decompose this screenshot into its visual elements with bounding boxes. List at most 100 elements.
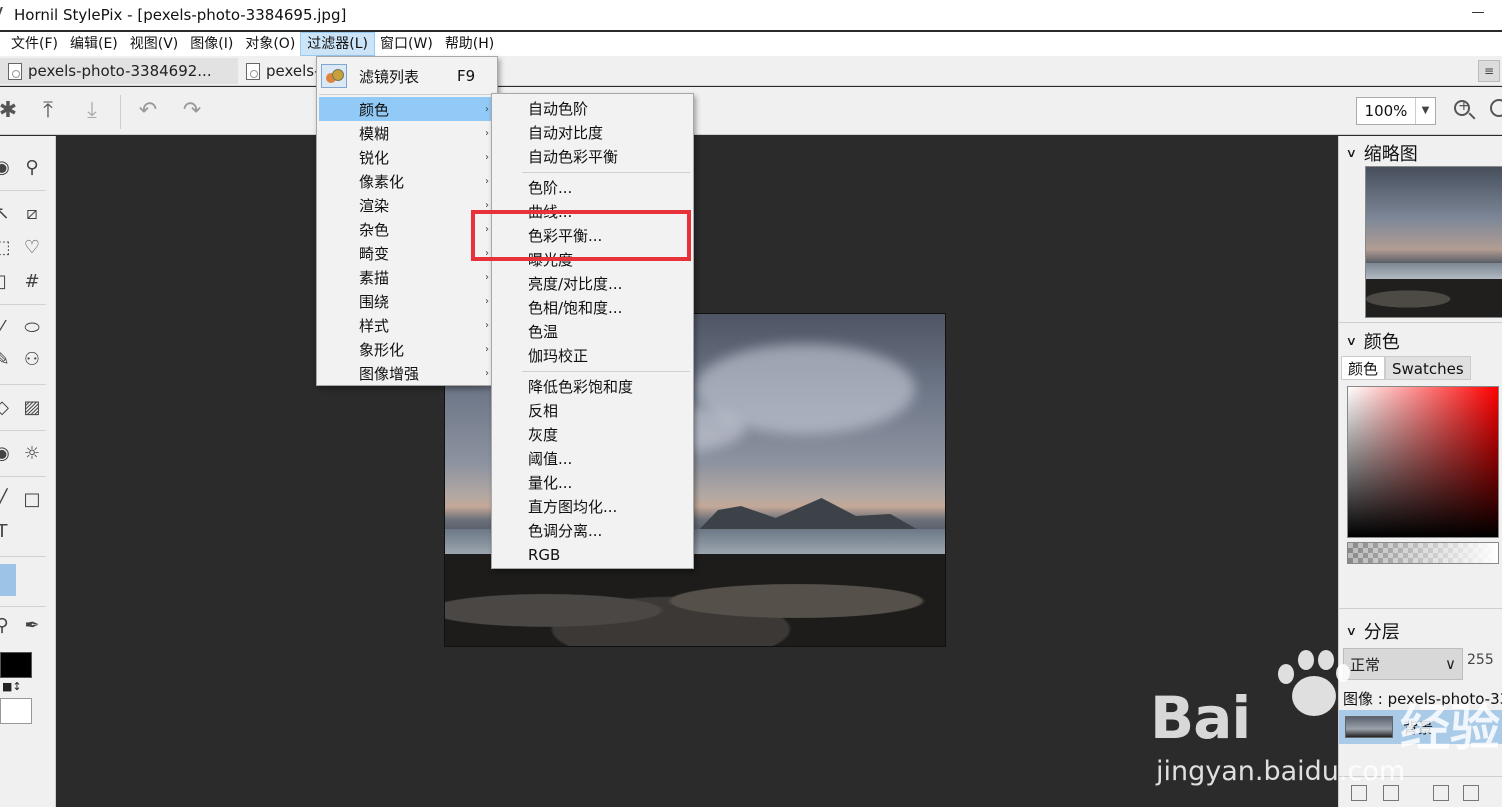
- filter-list-label: 滤镜列表: [359, 67, 420, 86]
- zoom-out-icon[interactable]: [1490, 99, 1502, 117]
- color-item-grayscale[interactable]: 灰度: [492, 423, 693, 447]
- menu-separator: [522, 172, 690, 173]
- brightness-icon[interactable]: ☼: [20, 442, 44, 466]
- shape-icon[interactable]: ◇: [0, 396, 14, 420]
- merge-layer-icon[interactable]: [1463, 785, 1479, 801]
- tab-swatches[interactable]: Swatches: [1385, 356, 1471, 380]
- color-item-gamma[interactable]: 伽玛校正: [492, 344, 693, 368]
- color-picker-field[interactable]: [1347, 386, 1499, 538]
- color-item-hue-saturation[interactable]: 色相/饱和度...: [492, 296, 693, 320]
- color-item-invert[interactable]: 反相: [492, 399, 693, 423]
- menu-filter[interactable]: 过滤器(L): [300, 32, 376, 56]
- document-icon: [246, 62, 260, 80]
- filter-menu-item-render[interactable]: 渲染 ›: [319, 193, 493, 217]
- rectangle-icon[interactable]: □: [20, 488, 44, 512]
- menu-window[interactable]: 窗口(W): [374, 33, 439, 55]
- color-item-auto-color-balance[interactable]: 自动色彩平衡: [492, 145, 693, 169]
- document-tab[interactable]: pexels-: [240, 58, 320, 84]
- zoom-tool-icon[interactable]: ⚲: [0, 614, 14, 638]
- crop-select-icon[interactable]: ⧄: [20, 202, 44, 226]
- download-icon[interactable]: ⤓: [78, 97, 106, 125]
- foreground-color-swatch[interactable]: [0, 652, 32, 678]
- pattern-icon[interactable]: ▨: [20, 396, 44, 420]
- blend-mode-value: 正常: [1350, 655, 1381, 674]
- color-item-auto-levels[interactable]: 自动色阶: [492, 97, 693, 121]
- opacity-value[interactable]: 255: [1467, 652, 1494, 668]
- filter-menu-item-style[interactable]: 样式 ›: [319, 313, 493, 337]
- filter-menu-item-noise[interactable]: 杂色 ›: [319, 217, 493, 241]
- color-item-desaturate[interactable]: 降低色彩饱和度: [492, 375, 693, 399]
- move-tool-icon[interactable]: ↖: [0, 202, 14, 226]
- blend-mode-select[interactable]: 正常 ∨: [1343, 648, 1463, 680]
- app-icon: [0, 7, 11, 23]
- panel-options-icon[interactable]: ≡: [1478, 60, 1500, 82]
- menu-help[interactable]: 帮助(H): [439, 33, 500, 55]
- zoom-in-icon[interactable]: [1450, 97, 1478, 125]
- menu-image[interactable]: 图像(I): [184, 33, 239, 55]
- document-tab[interactable]: pexels-photo-3384692...: [0, 58, 238, 84]
- layers-panel-header[interactable]: ∨ 分层: [1346, 618, 1400, 644]
- layer-row[interactable]: 背景: [1339, 710, 1502, 744]
- thumbnail-panel-header[interactable]: ∨ 缩略图: [1346, 140, 1418, 166]
- color-panel-header[interactable]: ∨ 颜色: [1346, 328, 1400, 354]
- crop-icon[interactable]: #: [20, 270, 44, 294]
- filter-menu-item-enhance[interactable]: 图像增强 ›: [319, 361, 493, 385]
- filter-list-item[interactable]: 滤镜列表 F9: [317, 61, 497, 91]
- alpha-slider[interactable]: [1347, 542, 1499, 564]
- color-item-threshold[interactable]: 阈值...: [492, 447, 693, 471]
- main-toolbar: ✱ ⤒ ⤓ ↶ ↷ 100% ▼: [0, 87, 1502, 135]
- color-submenu: 自动色阶 自动对比度 自动色彩平衡 色阶... 曲线... 色彩平衡... 曝光…: [491, 93, 694, 569]
- layer-settings-icon[interactable]: [1383, 785, 1399, 801]
- paperclip-icon[interactable]: ⚲: [20, 156, 44, 180]
- eyedropper-icon[interactable]: ✒: [20, 614, 44, 638]
- thumbnail-image[interactable]: [1365, 166, 1502, 318]
- filter-menu-item-pixelate[interactable]: 像素化 ›: [319, 169, 493, 193]
- active-tool-highlight[interactable]: [0, 564, 16, 596]
- filter-menu-item-sharpen[interactable]: 锐化 ›: [319, 145, 493, 169]
- text-icon[interactable]: T: [0, 520, 14, 544]
- new-image-icon[interactable]: ✱: [0, 97, 22, 125]
- lasso-icon[interactable]: ♡: [20, 236, 44, 260]
- clone-stamp-icon[interactable]: ⚇: [20, 348, 44, 372]
- color-item-levels[interactable]: 色阶...: [492, 176, 693, 200]
- color-item-quantize[interactable]: 量化...: [492, 471, 693, 495]
- filter-menu-item-artistic[interactable]: 象形化 ›: [319, 337, 493, 361]
- filter-menu-item-blur[interactable]: 模糊 ›: [319, 121, 493, 145]
- duplicate-layer-icon[interactable]: [1433, 785, 1449, 801]
- color-item-posterize[interactable]: 色调分离...: [492, 519, 693, 543]
- thumbnail-panel-title: 缩略图: [1363, 144, 1418, 165]
- filter-menu-item-sketch[interactable]: 素描 ›: [319, 265, 493, 289]
- tab-color[interactable]: 颜色: [1341, 356, 1386, 380]
- menu-view[interactable]: 视图(V): [124, 33, 185, 55]
- color-item-histogram-equalize[interactable]: 直方图均化...: [492, 495, 693, 519]
- filter-list-shortcut: F9: [457, 67, 476, 85]
- background-color-swatch[interactable]: [0, 698, 32, 724]
- eraser-icon[interactable]: ⬭: [20, 316, 44, 340]
- color-item-auto-contrast[interactable]: 自动对比度: [492, 121, 693, 145]
- redeye-icon[interactable]: ◉: [0, 442, 14, 466]
- transform-icon[interactable]: ▯: [0, 270, 14, 294]
- filter-menu-item-color[interactable]: 颜色 ›: [319, 97, 493, 121]
- filter-menu-item-surround[interactable]: 围绕 ›: [319, 289, 493, 313]
- menu-edit[interactable]: 编辑(E): [64, 33, 124, 55]
- swap-colors-icon[interactable]: ■↕: [2, 680, 22, 693]
- line-icon[interactable]: ╱: [0, 488, 14, 512]
- color-item-rgb[interactable]: RGB: [492, 543, 693, 567]
- menu-object[interactable]: 对象(O): [239, 33, 301, 55]
- color-item-color-temperature[interactable]: 色温: [492, 320, 693, 344]
- document-icon: [8, 62, 22, 80]
- filter-menu-item-distort[interactable]: 畸变 ›: [319, 241, 493, 265]
- eye-icon[interactable]: ◉: [0, 156, 14, 180]
- export-icon[interactable]: ⤒: [34, 97, 62, 125]
- undo-icon[interactable]: ↶: [134, 97, 162, 125]
- redo-icon[interactable]: ↷: [178, 97, 206, 125]
- watermark-brand: Bai: [1150, 684, 1251, 752]
- zoom-select[interactable]: 100% ▼: [1356, 97, 1436, 125]
- pencil-icon[interactable]: ✎: [0, 348, 14, 372]
- minimize-button[interactable]: [1472, 12, 1484, 13]
- menu-file[interactable]: 文件(F): [0, 33, 64, 55]
- color-item-brightness-contrast[interactable]: 亮度/对比度...: [492, 272, 693, 296]
- new-layer-icon[interactable]: [1351, 785, 1367, 801]
- marquee-icon[interactable]: ⬚: [0, 236, 14, 260]
- brush-icon[interactable]: ⁄: [0, 316, 14, 340]
